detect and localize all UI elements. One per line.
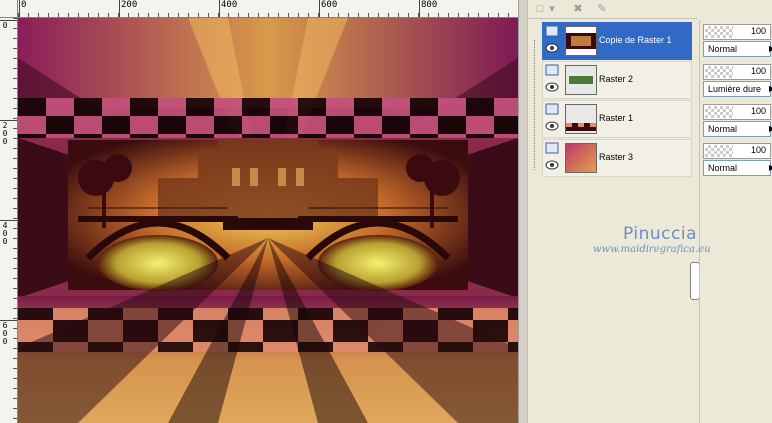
ruler-left-label: 600 (2, 321, 8, 346)
ruler-left-label: 200 (2, 121, 8, 146)
layer-name: Raster 1 (599, 113, 634, 123)
layers-toolbar: □ ▾ ✖ ✎ (528, 0, 698, 19)
opacity-slider[interactable]: 100 (703, 24, 771, 40)
layer-properties-row: 100 Normal ▶ (703, 24, 772, 60)
opacity-slider[interactable]: 100 (703, 143, 771, 159)
eye-icon[interactable] (545, 160, 559, 170)
ruler-corner (0, 0, 18, 18)
layer-thumbnail (565, 65, 597, 95)
blend-mode-select[interactable]: Normal (703, 41, 771, 57)
watermark-title: Pinuccia (623, 224, 697, 244)
layer-properties-row: 100 Normal ▶ (703, 143, 772, 179)
layer-properties-row: 100 Lumière dure ▶ (703, 64, 772, 100)
canvas-scrollbar[interactable] (518, 0, 527, 423)
layer-thumbnail (565, 104, 597, 134)
opacity-value: 100 (750, 106, 766, 116)
layer-visibility-icon[interactable] (545, 103, 559, 115)
ruler-left-label: 400 (2, 221, 8, 246)
layer-row-copie-de-raster-1[interactable]: Copie de Raster 1 (542, 22, 692, 60)
mask-icon[interactable]: ✎ (594, 2, 610, 16)
layer-thumbnail (565, 143, 597, 173)
opacity-value: 100 (750, 66, 766, 76)
layer-properties-panel: 100 Normal ▶ 100 Lumière dure ▶ 100 Norm… (699, 20, 772, 423)
ruler-top: 0 200 400 600 800 (18, 0, 518, 18)
layer-row-raster-3[interactable]: Raster 3 (542, 139, 692, 177)
ruler-top-label: 600 (321, 0, 338, 10)
eye-icon[interactable] (545, 82, 559, 92)
layer-visibility-icon[interactable] (545, 25, 559, 37)
layer-row-raster-1[interactable]: Raster 1 (542, 100, 692, 138)
blend-mode-select[interactable]: Normal (703, 121, 771, 137)
ruler-major-tick (19, 0, 20, 17)
opacity-slider[interactable]: 100 (703, 64, 771, 80)
ruler-left-label: 0 (2, 21, 8, 30)
opacity-slider[interactable]: 100 (703, 104, 771, 120)
ruler-major-tick (219, 0, 220, 17)
layer-name: Copie de Raster 1 (599, 35, 672, 45)
layer-visibility-icon[interactable] (545, 64, 559, 76)
layer-tree-line (534, 40, 535, 170)
new-layer-icon[interactable]: □ (532, 2, 548, 16)
opacity-value: 100 (750, 145, 766, 155)
ruler-left: 0 200 400 600 (0, 18, 18, 423)
opacity-value: 100 (750, 26, 766, 36)
blend-mode-select[interactable]: Normal (703, 160, 771, 176)
image-canvas[interactable] (18, 18, 518, 423)
ruler-top-label: 200 (121, 0, 138, 10)
ruler-major-tick (419, 0, 420, 17)
layer-visibility-icon[interactable] (545, 142, 559, 154)
ruler-major-tick (119, 0, 120, 17)
ruler-top-label: 400 (221, 0, 238, 10)
delete-layer-icon[interactable]: ✖ (570, 2, 586, 16)
ruler-major-tick (319, 0, 320, 17)
ruler-top-label: 0 (21, 0, 27, 10)
dropdown-arrow-icon[interactable]: ▾ (548, 2, 556, 16)
blend-mode-select[interactable]: Lumière dure (703, 81, 771, 97)
artwork-image (18, 18, 518, 423)
ruler-top-label: 800 (421, 0, 438, 10)
layer-thumbnail (565, 26, 597, 56)
eye-icon[interactable] (545, 121, 559, 131)
layer-properties-row: 100 Normal ▶ (703, 104, 772, 140)
watermark-url: www.maidiregrafica.eu (593, 244, 711, 255)
eye-icon[interactable] (545, 43, 559, 53)
layer-name: Raster 3 (599, 152, 634, 162)
layer-name: Raster 2 (599, 74, 634, 84)
layer-row-raster-2[interactable]: Raster 2 (542, 61, 692, 99)
layers-palette: □ ▾ ✖ ✎ Copie de Raster 1 Raster 2 Raste… (527, 0, 698, 423)
